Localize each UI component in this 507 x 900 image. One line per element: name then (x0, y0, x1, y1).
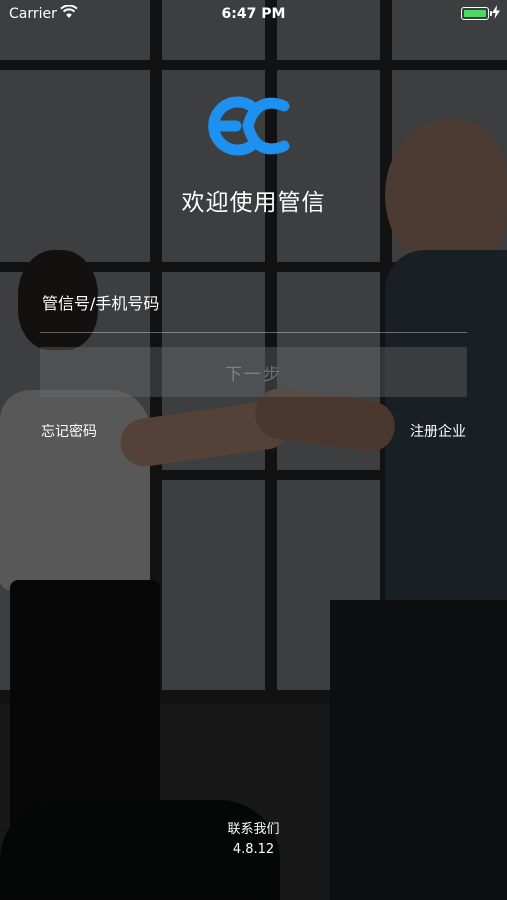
register-company-link[interactable]: 注册企业 (410, 421, 466, 441)
login-screen: Carrier 6:47 PM 欢迎使用管信 下一步 忘记密码 注册企业 联系我… (0, 0, 507, 900)
clock: 6:47 PM (221, 6, 286, 22)
guanxin-logo-icon (208, 96, 290, 156)
forgot-password-link[interactable]: 忘记密码 (41, 421, 97, 441)
status-bar: Carrier 6:47 PM (0, 0, 507, 28)
battery-icon (461, 7, 492, 20)
input-divider (40, 332, 467, 333)
version-label: 4.8.12 (232, 842, 275, 857)
account-input[interactable] (42, 288, 466, 318)
welcome-title: 欢迎使用管信 (181, 190, 326, 216)
next-button[interactable]: 下一步 (40, 347, 467, 397)
charging-bolt-icon (492, 5, 500, 19)
contact-us-link[interactable]: 联系我们 (0, 818, 507, 837)
